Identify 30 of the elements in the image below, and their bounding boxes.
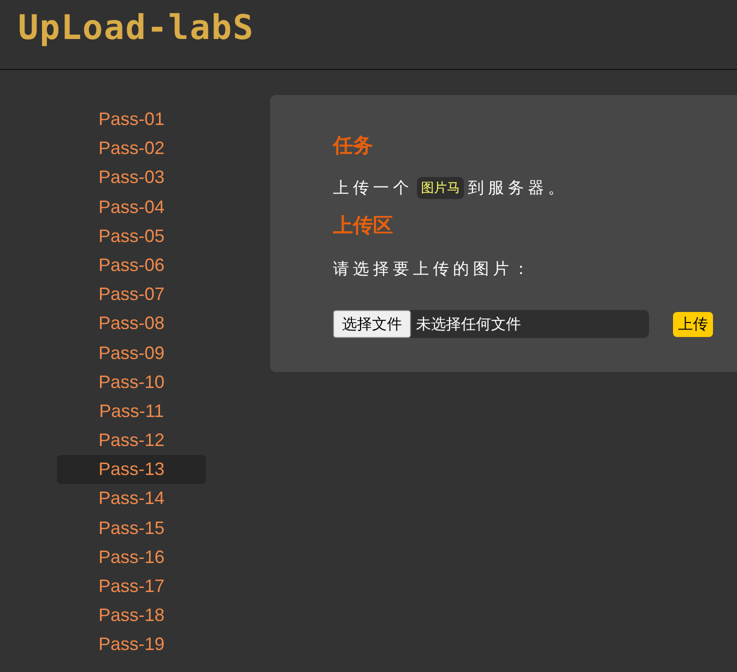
sidebar-item[interactable]: Pass-02	[57, 134, 206, 164]
sidebar-item[interactable]: Pass-19	[57, 630, 206, 660]
file-input[interactable]: 选择文件 未选择任何文件	[333, 310, 649, 338]
sidebar-item[interactable]: Pass-14	[57, 484, 206, 514]
sidebar-item[interactable]: Pass-06	[57, 250, 206, 280]
upload-prompt: 请选择要上传的图片：	[333, 260, 534, 280]
upload-button[interactable]: 上传	[673, 312, 713, 336]
section-heading: 任务	[333, 134, 374, 159]
sidebar-item[interactable]: Pass-11	[57, 396, 206, 426]
sidebar-item[interactable]: Pass-07	[57, 280, 206, 310]
sidebar-item[interactable]: Pass-10	[57, 368, 206, 397]
sidebar-item[interactable]: Pass-08	[57, 309, 206, 338]
sidebar-item[interactable]: Pass-12	[57, 426, 206, 456]
sidebar-item[interactable]: Pass-17	[57, 572, 206, 602]
section-heading: 上传区	[333, 214, 394, 239]
task-text: 到服务器。	[468, 178, 568, 198]
choose-file-button[interactable]: 选择文件	[333, 310, 411, 338]
sidebar-item[interactable]: Pass-05	[57, 222, 206, 251]
file-status: 未选择任何文件	[416, 314, 521, 334]
sidebar-item[interactable]: Pass-01	[57, 105, 206, 134]
task-text: 上传一个	[333, 178, 413, 198]
sidebar-item[interactable]: Pass-13	[57, 455, 206, 484]
sidebar-item[interactable]: Pass-09	[57, 338, 206, 368]
sidebar-item[interactable]: Pass-16	[57, 542, 206, 572]
sidebar-item[interactable]: Pass-18	[57, 601, 206, 630]
sidebar-item[interactable]: Pass-03	[57, 163, 206, 193]
sidebar-item[interactable]: Pass-15	[57, 514, 206, 543]
code-tag: 图片马	[417, 177, 464, 199]
sidebar-item[interactable]: Pass-04	[57, 192, 206, 222]
site-logo[interactable]: UpLoad-labS	[18, 8, 254, 48]
